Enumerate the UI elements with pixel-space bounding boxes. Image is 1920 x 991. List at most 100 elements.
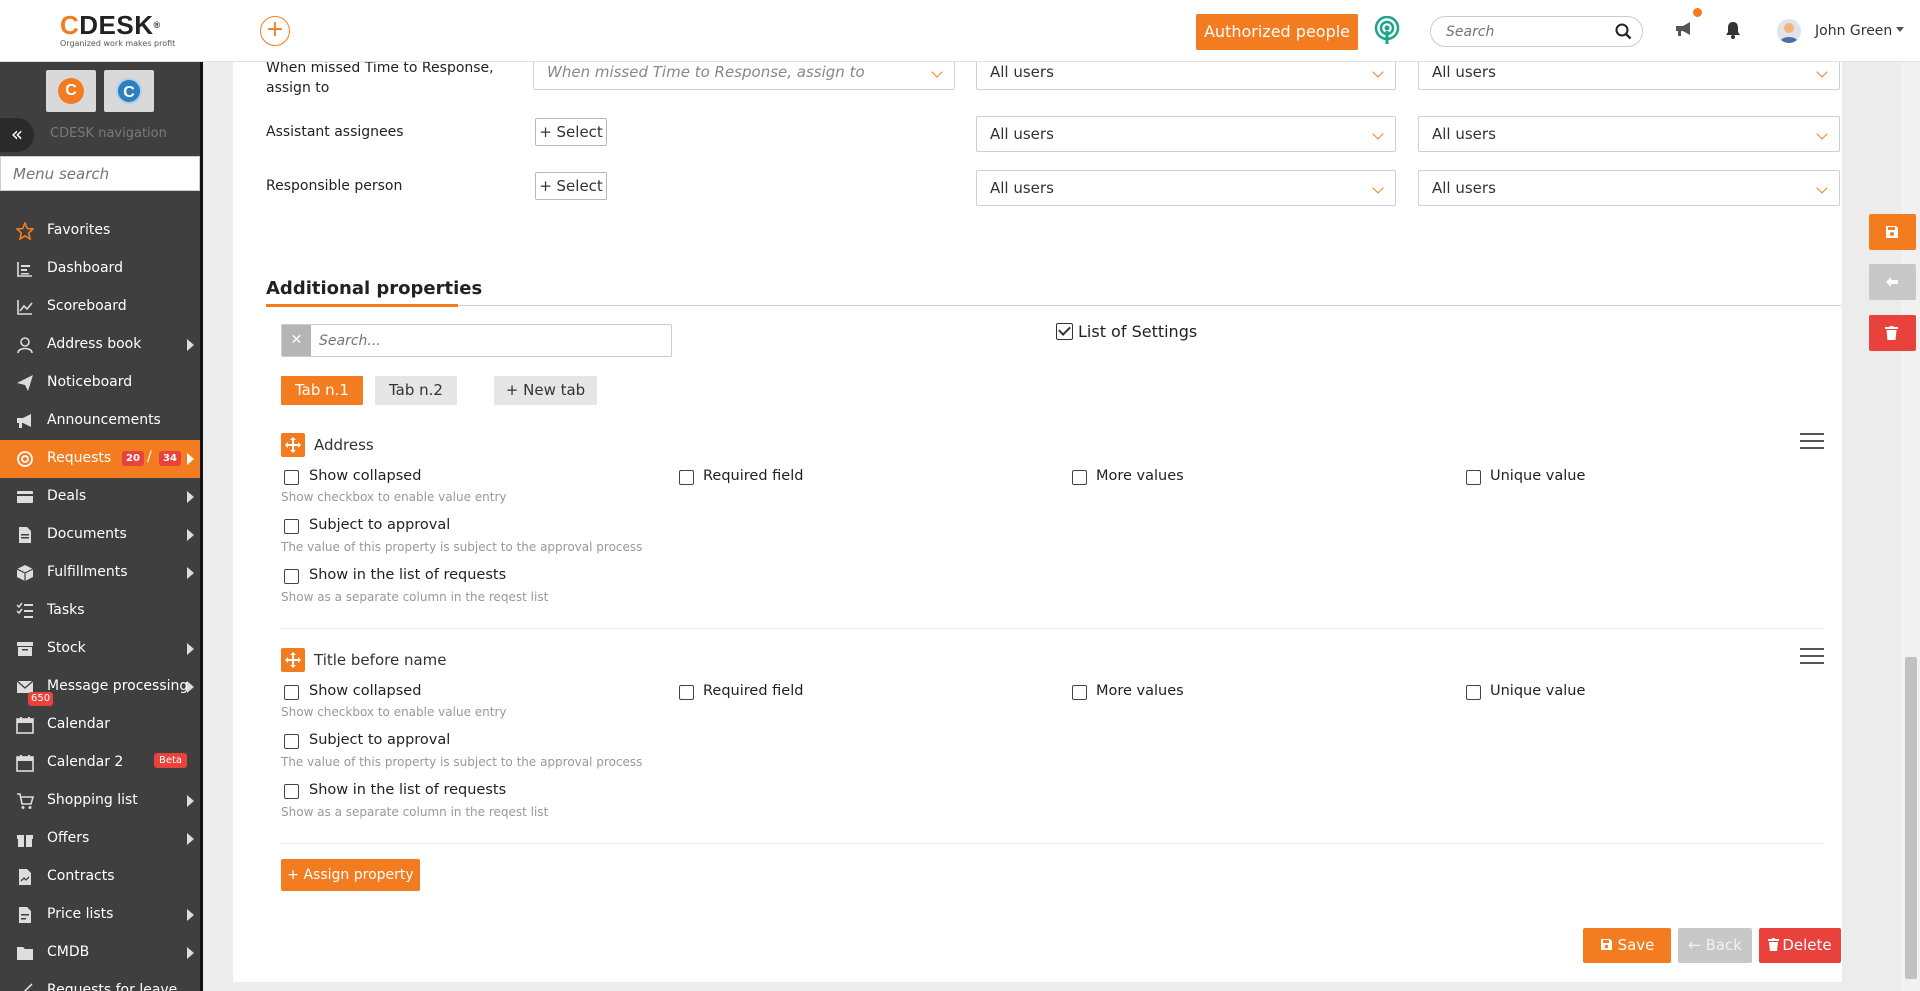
sidebar-item-documents[interactable]: Documents [0,516,200,554]
required-field-label[interactable]: Required field [703,683,803,699]
missed-response-select[interactable]: When missed Time to Response, assign to [533,62,955,90]
unique-value-label[interactable]: Unique value [1490,683,1585,699]
unique-value-checkbox[interactable] [1466,685,1481,700]
sidebar-item-calendar[interactable]: Calendar [0,706,200,744]
bell-icon[interactable] [1725,21,1741,39]
sidebar-item-noticeboard[interactable]: Noticeboard [0,364,200,402]
unique-value-checkbox[interactable] [1466,470,1481,485]
user-menu-caret-icon[interactable] [1896,27,1904,32]
property-search-input[interactable] [319,329,659,352]
responsible-person-select-button[interactable]: + Select [535,172,607,200]
floating-save-button[interactable] [1869,214,1916,250]
show-in-list-checkbox[interactable] [284,569,299,584]
responsible-users-select-2[interactable]: All users [1418,170,1840,206]
property-menu-icon[interactable] [1800,433,1824,454]
authorized-people-button[interactable]: Authorized people [1196,14,1358,50]
property-menu-icon[interactable] [1800,648,1824,669]
assign-property-button[interactable]: + Assign property [281,859,420,891]
sidebar-item-cmdb[interactable]: CMDB [0,934,200,972]
megaphone-icon[interactable] [1674,20,1694,38]
show-collapsed-label[interactable]: Show collapsed [309,683,421,699]
show-collapsed-label[interactable]: Show collapsed [309,468,421,484]
sidebar-item-calendar-2[interactable]: Calendar 2 Beta [0,744,200,782]
list-of-settings-checkbox[interactable] [1056,323,1073,340]
assistant-users-select-2[interactable]: All users [1418,116,1840,152]
clear-search-icon[interactable]: ✕ [282,325,311,356]
missed-response-users-select-2[interactable]: All users [1418,62,1840,90]
property-search[interactable]: ✕ [281,324,672,357]
subject-to-approval-checkbox[interactable] [284,519,299,534]
expand-arrow-icon[interactable] [187,453,194,465]
new-tab-button[interactable]: + New tab [494,376,597,405]
collapse-sidebar-button[interactable]: « [0,118,34,152]
add-new-icon[interactable]: + [260,16,290,46]
list-of-settings-label[interactable]: List of Settings [1078,322,1197,341]
more-values-checkbox[interactable] [1072,685,1087,700]
back-button[interactable]: ← Back [1678,928,1752,963]
sidebar-item-deals[interactable]: Deals [0,478,200,516]
sidebar-item-requests-for-leave[interactable]: Requests for leave [0,972,200,991]
unique-value-label[interactable]: Unique value [1490,468,1585,484]
expand-arrow-icon[interactable] [187,529,194,541]
required-field-checkbox[interactable] [679,470,694,485]
save-button[interactable]: Save [1583,928,1671,963]
show-collapsed-checkbox[interactable] [284,470,299,485]
sidebar-item-scoreboard[interactable]: Scoreboard [0,288,200,326]
sidebar-item-address-book[interactable]: Address book [0,326,200,364]
show-collapsed-checkbox[interactable] [284,685,299,700]
sidebar-item-price-lists[interactable]: Price lists [0,896,200,934]
global-search[interactable] [1430,16,1643,47]
page-scrollbar-thumb[interactable] [1905,657,1917,979]
subject-to-approval-label[interactable]: Subject to approval [309,732,450,748]
tab-1[interactable]: Tab n.1 [281,376,363,405]
drag-move-icon[interactable] [281,648,305,672]
sidebar-item-offers[interactable]: Offers [0,820,200,858]
sidebar-item-dashboard[interactable]: Dashboard [0,250,200,288]
user-name[interactable]: John Green [1815,23,1892,39]
subject-to-approval-label[interactable]: Subject to approval [309,517,450,533]
floating-delete-button[interactable] [1869,315,1916,351]
show-in-list-label[interactable]: Show in the list of requests [309,567,506,583]
sidebar-item-tasks[interactable]: Tasks [0,592,200,630]
more-values-checkbox[interactable] [1072,470,1087,485]
menu-search-input[interactable] [1,157,191,190]
cdesk-logo[interactable]: CDESK® Organized work makes profit [60,12,175,48]
subject-to-approval-checkbox[interactable] [284,734,299,749]
global-search-input[interactable] [1431,17,1601,46]
missed-response-users-select-1[interactable]: All users [976,62,1396,90]
podcast-icon[interactable] [1373,16,1401,46]
sidebar-item-favorites[interactable]: Favorites [0,212,200,250]
sidebar-item-fulfillments[interactable]: Fulfillments [0,554,200,592]
sidebar-scrollbar[interactable] [200,62,203,991]
sidebar-item-shopping-list[interactable]: Shopping list [0,782,200,820]
show-in-list-label[interactable]: Show in the list of requests [309,782,506,798]
assistant-users-select-1[interactable]: All users [976,116,1396,152]
drag-move-icon[interactable] [281,433,305,457]
menu-search[interactable] [0,156,200,191]
required-field-label[interactable]: Required field [703,468,803,484]
sidebar-item-contracts[interactable]: Contracts [0,858,200,896]
expand-arrow-icon[interactable] [187,491,194,503]
expand-arrow-icon[interactable] [187,833,194,845]
cdesk-app-icon[interactable]: C [46,70,96,112]
required-field-checkbox[interactable] [679,685,694,700]
assistant-assignees-select-button[interactable]: + Select [535,118,607,146]
more-values-label[interactable]: More values [1096,683,1184,699]
expand-arrow-icon[interactable] [187,947,194,959]
expand-arrow-icon[interactable] [187,567,194,579]
tab-2[interactable]: Tab n.2 [375,376,457,405]
sidebar-item-stock[interactable]: Stock [0,630,200,668]
sidebar-item-requests[interactable]: Requests 20 / 34 [0,440,200,478]
more-values-label[interactable]: More values [1096,468,1184,484]
expand-arrow-icon[interactable] [187,909,194,921]
responsible-users-select-1[interactable]: All users [976,170,1396,206]
sidebar-item-announcements[interactable]: Announcements [0,402,200,440]
cdesk-alt-app-icon[interactable]: C [104,70,154,112]
search-icon[interactable] [1615,23,1632,40]
user-avatar[interactable] [1777,19,1801,43]
delete-button[interactable]: Delete [1759,928,1841,963]
expand-arrow-icon[interactable] [187,681,194,693]
expand-arrow-icon[interactable] [187,643,194,655]
floating-back-button[interactable] [1869,264,1916,300]
expand-arrow-icon[interactable] [187,795,194,807]
